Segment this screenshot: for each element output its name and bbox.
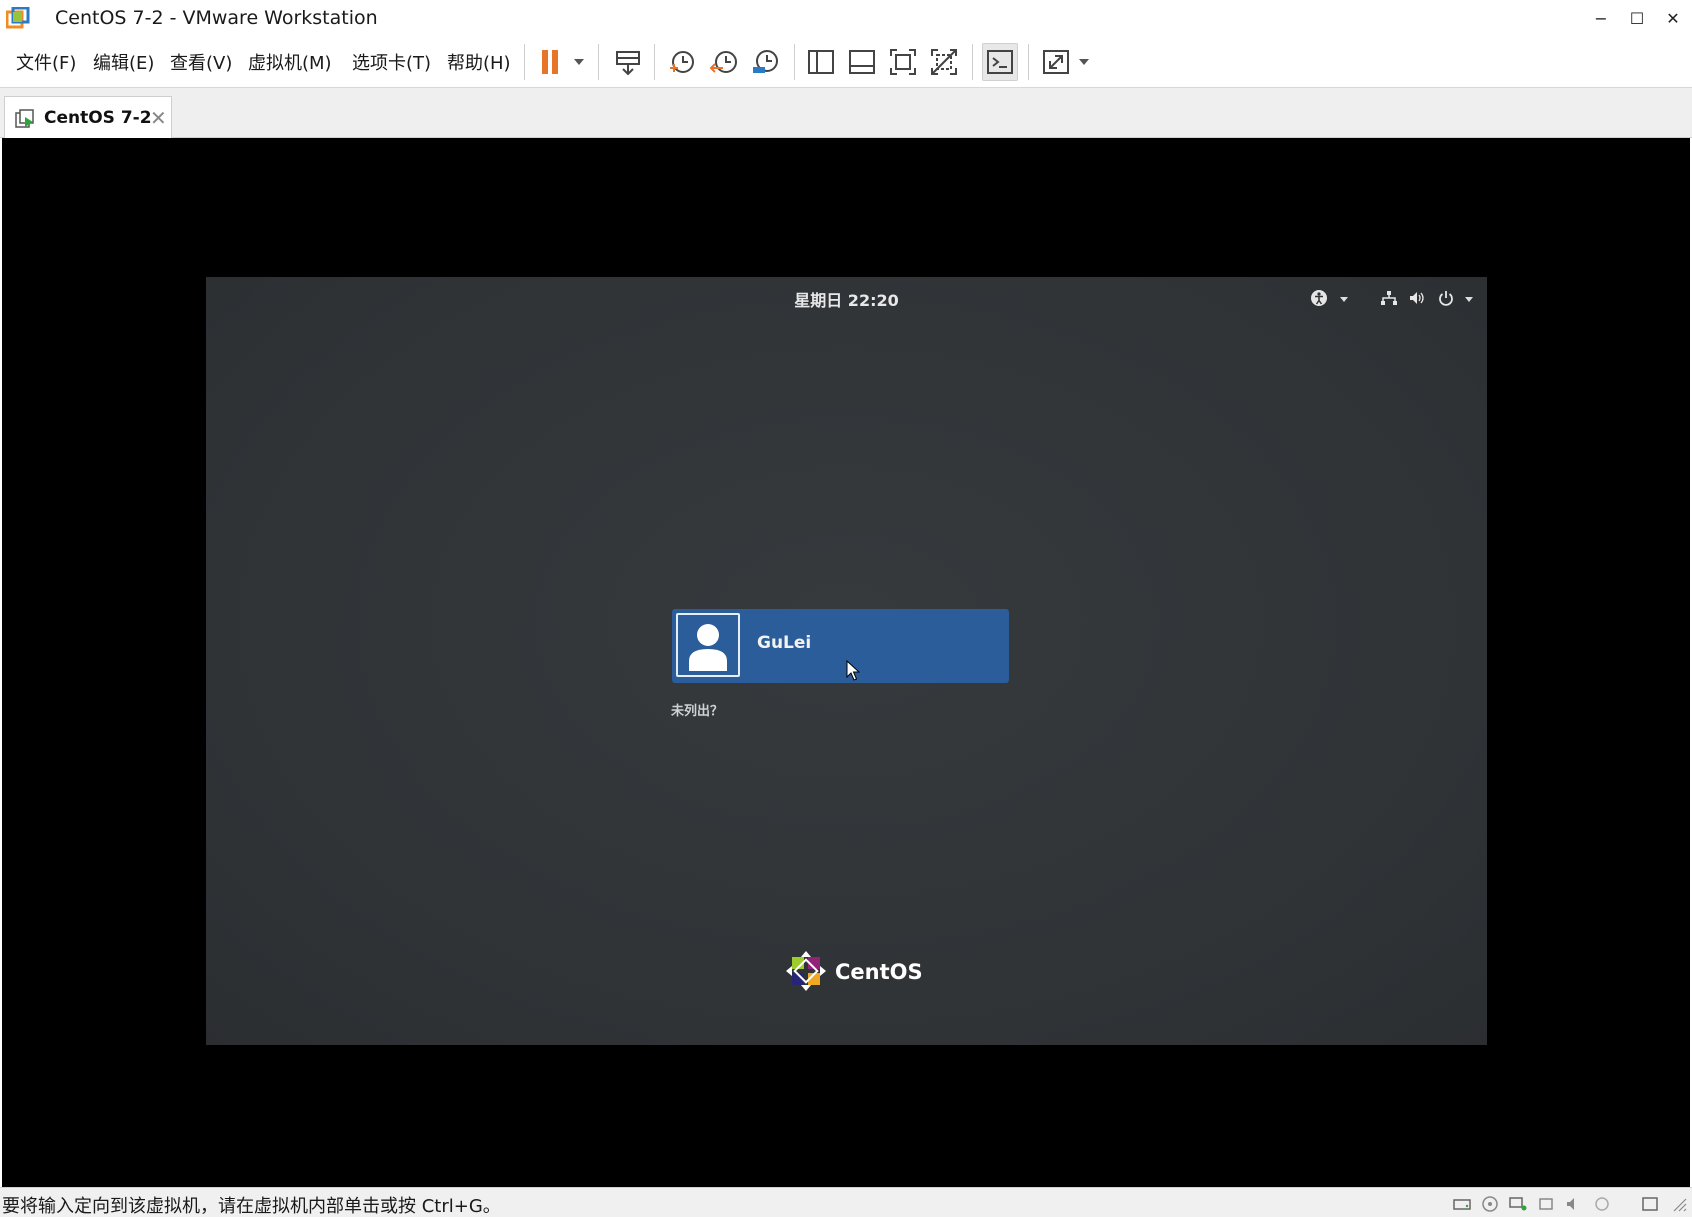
tab-strip: CentOS 7-2 ✕ [0,88,1692,138]
stretch-guest-icon[interactable] [1040,46,1072,78]
display-status-icon[interactable] [1592,1195,1612,1213]
title-bar: CentOS 7-2 - VMware Workstation − ☐ ✕ [0,0,1692,36]
vmware-logo-icon [6,7,30,29]
toolbar-divider [598,44,599,80]
accessibility-icon[interactable] [1310,289,1328,307]
user-avatar [676,613,740,677]
menu-view[interactable]: 查看(V) [170,49,232,75]
full-screen-icon[interactable] [887,46,919,78]
accessibility-dropdown-arrow[interactable] [1340,297,1348,302]
not-listed-link[interactable]: 未列出？ [671,700,723,719]
snapshot-icon[interactable] [666,46,698,78]
network-wired-icon[interactable] [1380,289,1398,307]
cd-dvd-status-icon[interactable] [1480,1195,1500,1213]
user-name: GuLei [757,633,812,653]
menu-toolbar: 文件(F) 编辑(E) 查看(V) 虚拟机(M) 选项卡(T) 帮助(H) [0,36,1692,88]
snapshot-manager-icon[interactable] [750,46,782,78]
resize-grip-icon[interactable] [1668,1195,1688,1213]
message-log-icon[interactable] [1640,1195,1660,1213]
console-view-icon[interactable] [984,46,1016,78]
status-message: 要将输入定向到该虚拟机，请在虚拟机内部单击或按 Ctrl+G。 [2,1196,501,1217]
close-icon: ✕ [1666,8,1680,28]
revert-snapshot-icon[interactable] [708,46,740,78]
user-list-item[interactable]: GuLei [672,609,1009,683]
power-dropdown-arrow[interactable] [574,59,584,65]
thumbnail-bar-icon[interactable] [846,46,878,78]
toolbar-divider [972,44,973,80]
toolbar-divider [794,44,795,80]
menu-file[interactable]: 文件(F) [16,49,76,75]
usb-status-icon[interactable] [1536,1195,1556,1213]
sound-status-icon[interactable] [1564,1195,1584,1213]
maximize-icon: ☐ [1629,8,1645,28]
unity-icon[interactable] [928,46,960,78]
menu-tabs[interactable]: 选项卡(T) [352,49,431,75]
vm-display[interactable]: 星期日 22:20 GuLei 未列出？ CentOS [2,138,1690,1187]
toolbar-divider [1028,44,1029,80]
guest-clock[interactable]: 星期日 22:20 [206,287,1487,311]
vm-running-icon [15,109,34,128]
toolbar-divider [524,44,525,80]
status-bar: 要将输入定向到该虚拟机，请在虚拟机内部单击或按 Ctrl+G。 [0,1187,1692,1217]
volume-icon[interactable] [1408,289,1426,307]
show-library-icon[interactable] [805,46,837,78]
power-icon[interactable] [1437,289,1455,307]
centos-logo-text: CentOS [835,960,923,984]
maximize-button[interactable]: ☐ [1620,2,1654,34]
hard-disk-status-icon[interactable] [1452,1195,1472,1213]
menu-edit[interactable]: 编辑(E) [93,49,154,75]
toolbar-divider [654,44,655,80]
close-button[interactable]: ✕ [1656,2,1690,34]
window-title: CentOS 7-2 - VMware Workstation [55,7,378,29]
guest-login-screen[interactable]: 星期日 22:20 GuLei 未列出？ CentOS [206,277,1487,1045]
minimize-button[interactable]: − [1584,2,1618,34]
menu-vm[interactable]: 虚拟机(M) [248,49,332,75]
pause-icon[interactable] [536,46,568,78]
system-menu-dropdown-arrow[interactable] [1465,297,1473,302]
minimize-icon: − [1594,8,1608,28]
tab-centos-7-2[interactable]: CentOS 7-2 ✕ [4,96,172,138]
centos-logo-icon [786,951,826,991]
stretch-dropdown-arrow[interactable] [1079,59,1089,65]
network-status-icon[interactable] [1508,1195,1528,1213]
send-ctrl-alt-del-icon[interactable] [612,46,644,78]
tab-close-icon[interactable]: ✕ [150,106,167,130]
user-avatar-icon [689,624,727,671]
mouse-cursor-icon [846,660,860,681]
tab-label: CentOS 7-2 [44,108,152,128]
menu-help[interactable]: 帮助(H) [447,49,511,75]
